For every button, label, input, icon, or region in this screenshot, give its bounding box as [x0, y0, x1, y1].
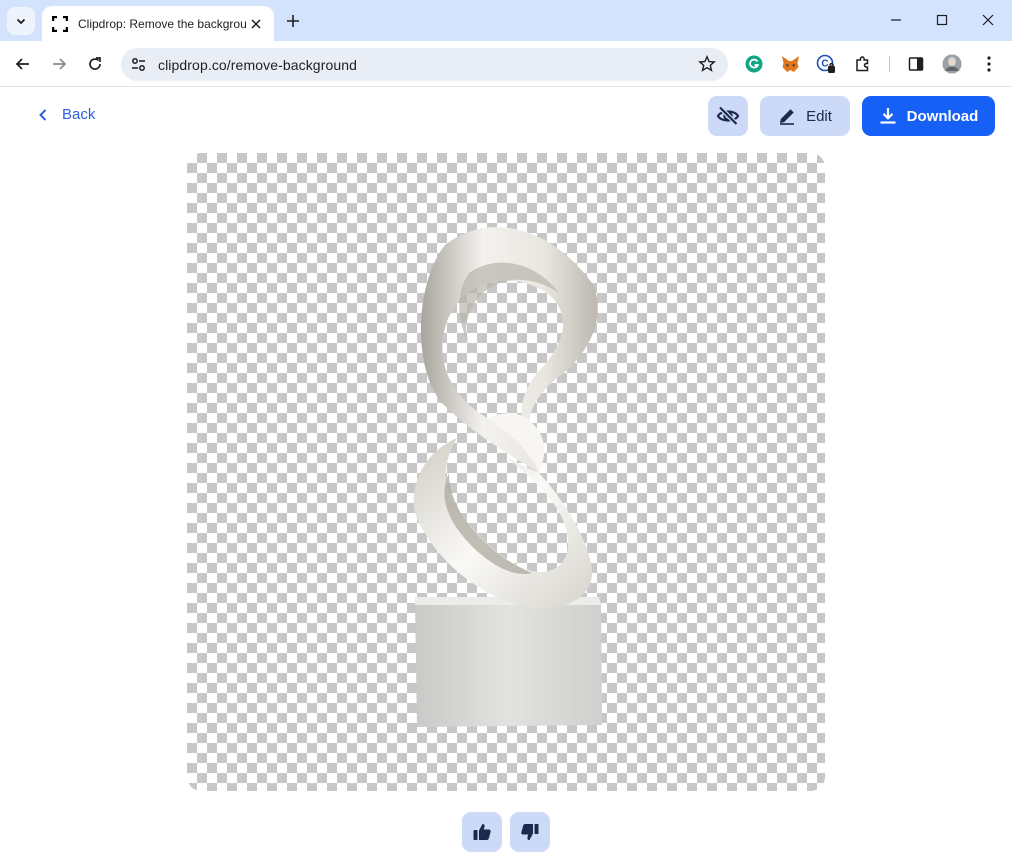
side-panel-icon: [908, 57, 924, 71]
clipdrop-logo-icon: [52, 15, 68, 32]
browser-toolbar: clipdrop.co/remove-background C: [0, 41, 1012, 87]
maximize-button[interactable]: [930, 8, 954, 32]
close-icon: [251, 18, 261, 29]
url-text[interactable]: clipdrop.co/remove-background: [158, 57, 357, 73]
result-image-canvas[interactable]: [187, 153, 825, 791]
download-button[interactable]: Download: [862, 96, 995, 136]
maximize-icon: [936, 14, 948, 26]
profile-button[interactable]: [942, 54, 962, 74]
chrome-menu-button[interactable]: [979, 54, 999, 74]
back-label: Back: [62, 106, 96, 123]
profile-avatar: [942, 54, 962, 74]
reload-button[interactable]: [82, 51, 108, 77]
minimize-icon: [891, 19, 901, 21]
back-nav-button[interactable]: [10, 51, 36, 77]
toolbar-divider: [889, 56, 890, 72]
pencil-icon: [780, 109, 795, 125]
tab-close-button[interactable]: [248, 16, 264, 32]
metamask-icon: [781, 56, 799, 72]
back-link[interactable]: Back: [38, 106, 95, 123]
more-menu-icon: [987, 56, 991, 72]
tab-strip: Clipdrop: Remove the background: [0, 0, 1012, 41]
thumbs-up-icon: [473, 823, 491, 840]
thumbs-down-icon: [521, 824, 539, 841]
edit-label: Edit: [806, 107, 832, 125]
chevron-down-icon: [16, 18, 26, 25]
tab-title: Clipdrop: Remove the background: [78, 16, 246, 31]
svg-text:C: C: [821, 59, 828, 70]
grammarly-extension[interactable]: [744, 54, 764, 74]
chevron-left-icon: [39, 108, 47, 121]
download-label: Download: [906, 107, 979, 125]
side-panel-button[interactable]: [906, 54, 926, 74]
minimize-button[interactable]: [884, 8, 908, 32]
forward-arrow-icon: [53, 58, 67, 70]
active-tab[interactable]: Clipdrop: Remove the background: [42, 6, 274, 41]
thumbs-down-button[interactable]: [510, 812, 550, 852]
forward-nav-button[interactable]: [46, 51, 72, 77]
extension-icon: C: [816, 54, 835, 73]
new-tab-button[interactable]: [282, 10, 304, 32]
puzzle-icon: [856, 56, 869, 72]
plus-icon: [287, 15, 299, 27]
tab-search-button[interactable]: [7, 7, 35, 35]
extension-button[interactable]: C: [816, 54, 836, 74]
thumbs-up-button[interactable]: [462, 812, 502, 852]
bookmark-star-icon[interactable]: [698, 55, 716, 73]
download-icon: [880, 108, 896, 124]
close-window-icon: [982, 14, 994, 26]
sculpture-image: [413, 227, 602, 727]
close-window-button[interactable]: [976, 8, 1000, 32]
grammarly-icon: [745, 55, 763, 73]
eye-off-icon: [716, 105, 740, 126]
extensions-menu-button[interactable]: [853, 54, 873, 74]
edit-button[interactable]: Edit: [760, 96, 850, 136]
metamask-extension[interactable]: [780, 54, 800, 74]
site-settings-icon[interactable]: [130, 56, 147, 73]
toggle-original-button[interactable]: [708, 96, 748, 136]
reload-icon: [89, 57, 101, 70]
back-arrow-icon: [15, 58, 29, 70]
address-bar[interactable]: clipdrop.co/remove-background: [121, 48, 728, 81]
